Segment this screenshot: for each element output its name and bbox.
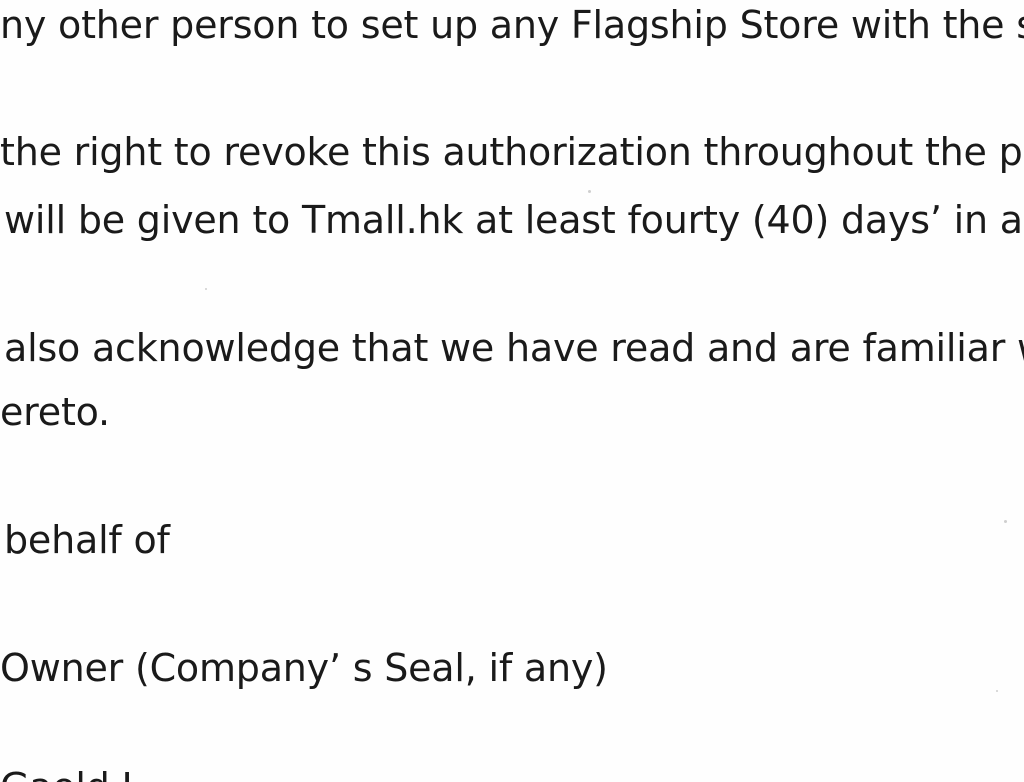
text-line-1: ny other person to set up any Flagship S…: [0, 3, 1024, 47]
scan-speck: [588, 190, 591, 193]
scan-speck: [1004, 520, 1007, 523]
scan-speck: [205, 288, 207, 290]
text-line-4: also acknowledge that we have read and a…: [4, 326, 1024, 370]
text-line-6: behalf of: [4, 518, 170, 562]
text-line-2: the right to revoke this authorization t…: [0, 130, 1024, 174]
scanned-document-page: ny other person to set up any Flagship S…: [0, 0, 1024, 782]
text-line-7: Owner (Company’ s Seal, if any): [0, 646, 608, 690]
text-line-3: will be given to Tmall.hk at least fourt…: [4, 198, 1024, 242]
text-line-5: ereto.: [0, 390, 110, 434]
scan-speck: [996, 690, 998, 692]
text-line-8-partial: Gaold L: [0, 768, 143, 782]
